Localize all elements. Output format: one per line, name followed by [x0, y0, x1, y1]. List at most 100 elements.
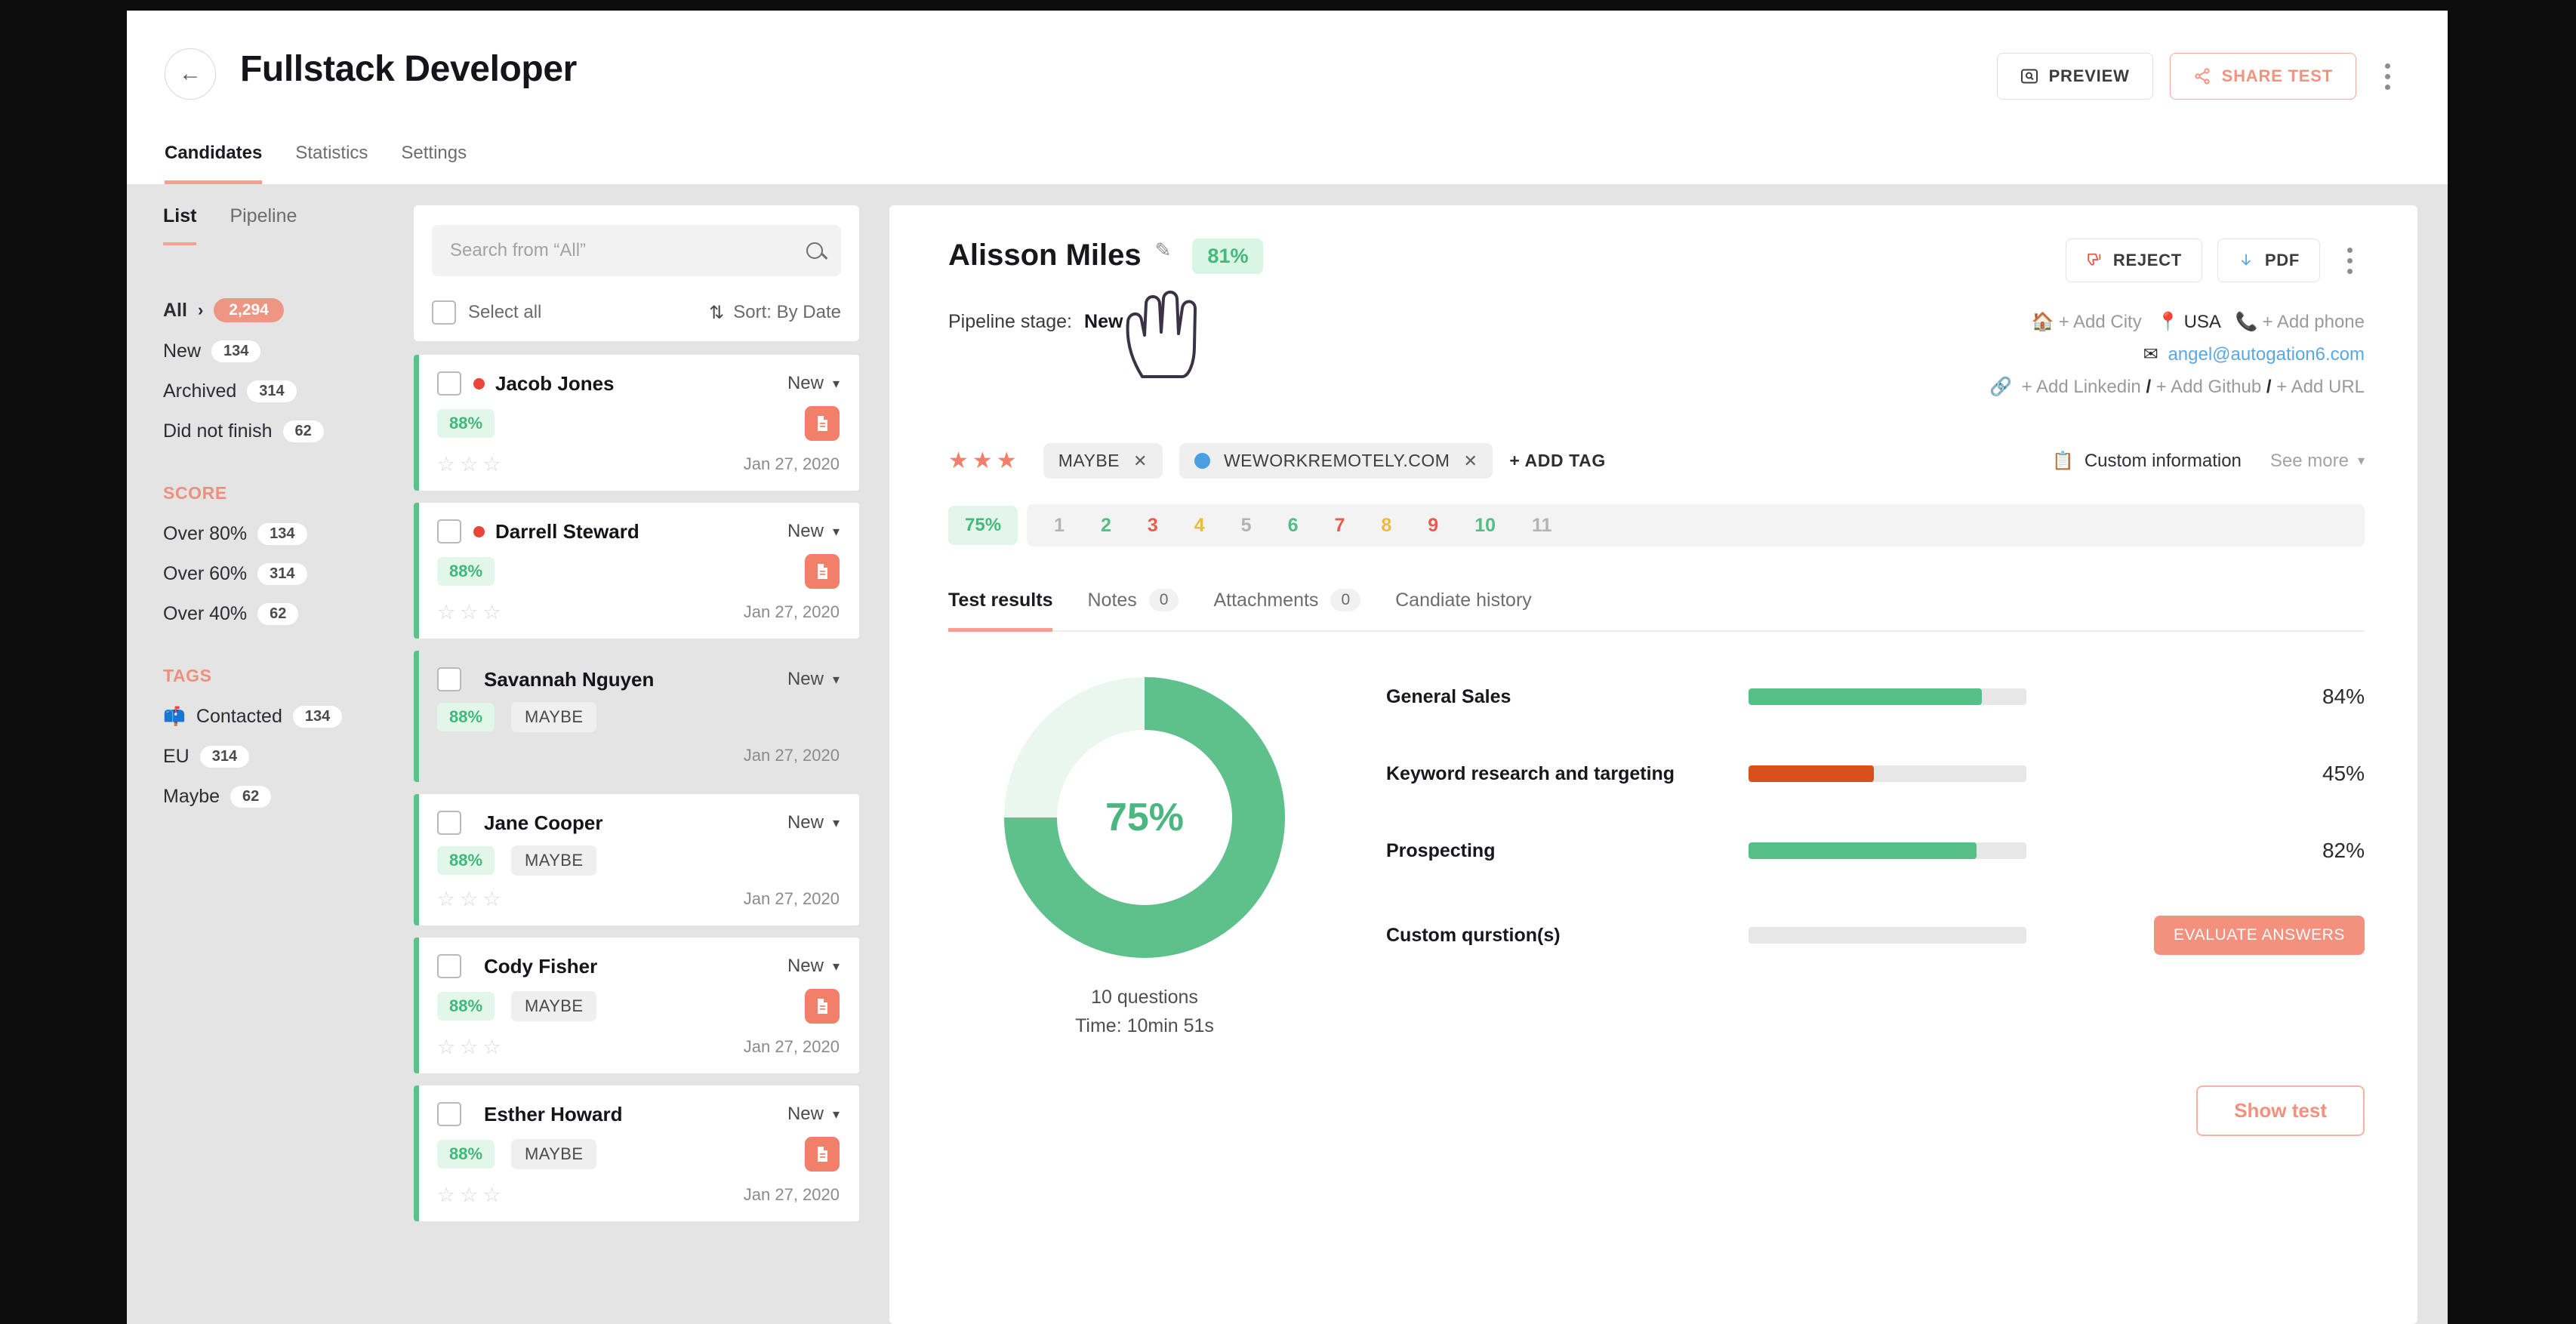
- candidate-checkbox[interactable]: [437, 519, 461, 543]
- filter-new-count: 134: [211, 340, 261, 362]
- rating-stars[interactable]: ★★★: [948, 448, 1021, 474]
- candidate-score: 88%: [437, 703, 495, 731]
- share-test-button[interactable]: SHARE TEST: [2169, 53, 2356, 100]
- chevron-down-icon: ▾: [832, 958, 840, 974]
- question-number[interactable]: 6: [1288, 515, 1299, 537]
- candidate-stage[interactable]: New ▾: [787, 373, 840, 394]
- close-icon[interactable]: ✕: [1463, 451, 1478, 471]
- question-number[interactable]: 4: [1194, 515, 1205, 537]
- candidate-card[interactable]: Jane Cooper New ▾ 88% MAYBE ☆☆☆ Jan 27, 2020: [414, 794, 859, 925]
- candidate-rating-stars[interactable]: ☆☆☆: [437, 601, 506, 624]
- candidate-checkbox[interactable]: [437, 811, 461, 835]
- document-icon[interactable]: [805, 1137, 840, 1172]
- candidate-rating-stars[interactable]: ☆☆☆: [437, 1184, 506, 1207]
- candidate-stage[interactable]: New ▾: [787, 1104, 840, 1125]
- filter-over-40-label: Over 40%: [163, 603, 248, 624]
- filter-over-60[interactable]: Over 60% 314: [163, 563, 414, 585]
- candidate-card[interactable]: Cody Fisher New ▾ 88% MAYBE ☆☆☆ Jan 27, 2020: [414, 938, 859, 1073]
- sort-icon: ⇅: [709, 302, 725, 323]
- filter-tag-contacted[interactable]: 📫 Contacted 134: [163, 706, 414, 728]
- question-number[interactable]: 11: [1532, 515, 1551, 537]
- filter-all[interactable]: All › 2,294: [163, 298, 414, 322]
- add-tag-button[interactable]: + ADD TAG: [1509, 451, 1605, 471]
- filter-tag-eu[interactable]: EU 314: [163, 746, 414, 768]
- candidate-stage[interactable]: New ▾: [787, 669, 840, 690]
- evaluate-answers-button[interactable]: EVALUATE ANSWERS: [2153, 916, 2365, 955]
- document-icon[interactable]: [805, 989, 840, 1024]
- candidate-date: Jan 27, 2020: [743, 454, 840, 473]
- add-github-link[interactable]: + Add Github: [2156, 377, 2261, 397]
- candidate-checkbox[interactable]: [437, 371, 461, 396]
- candidate-stage[interactable]: New ▾: [787, 812, 840, 833]
- filter-tag-eu-label: EU: [163, 746, 190, 767]
- edit-name-icon[interactable]: ✎: [1155, 239, 1172, 262]
- question-number[interactable]: 7: [1334, 515, 1345, 537]
- candidate-card[interactable]: Esther Howard New ▾ 88% MAYBE ☆☆☆ Jan 27, 2020: [414, 1085, 859, 1221]
- mail-icon: ✉: [2143, 344, 2158, 365]
- tab-statistics[interactable]: Statistics: [295, 143, 368, 184]
- tab-attachments[interactable]: Attachments 0: [1213, 589, 1361, 632]
- question-number[interactable]: 9: [1428, 515, 1438, 537]
- candidate-card[interactable]: Jacob Jones New ▾ 88% ☆☆☆ Jan 27, 2020: [414, 355, 859, 491]
- tab-test-results[interactable]: Test results: [948, 589, 1053, 632]
- candidate-detail-panel: Alisson Miles ✎ 81% REJECT PDF Pipeline …: [889, 205, 2417, 1324]
- tab-candidates[interactable]: Candidates: [165, 143, 263, 184]
- question-number[interactable]: 2: [1101, 515, 1111, 537]
- question-number[interactable]: 1: [1054, 515, 1065, 537]
- add-url-link[interactable]: + Add URL: [2276, 377, 2365, 397]
- show-test-button[interactable]: Show test: [2196, 1085, 2365, 1136]
- top-more-menu-button[interactable]: [2373, 56, 2402, 97]
- tab-settings[interactable]: Settings: [401, 143, 467, 184]
- candidate-checkbox[interactable]: [437, 1102, 461, 1126]
- add-phone-link[interactable]: + Add phone: [2263, 312, 2365, 332]
- document-icon[interactable]: [805, 406, 840, 441]
- candidate-checkbox[interactable]: [437, 954, 461, 978]
- pdf-button[interactable]: PDF: [2217, 239, 2320, 282]
- filter-over-40[interactable]: Over 40% 62: [163, 603, 414, 625]
- filter-did-not-finish[interactable]: Did not finish 62: [163, 420, 414, 442]
- reject-button[interactable]: REJECT: [2065, 239, 2202, 282]
- filter-new[interactable]: New 134: [163, 340, 414, 362]
- question-number[interactable]: 3: [1148, 515, 1158, 537]
- list-pipeline-tabs: List Pipeline: [163, 205, 414, 245]
- candidate-rating-stars[interactable]: ☆☆☆: [437, 453, 506, 476]
- email-link[interactable]: angel@autogation6.com: [2168, 344, 2365, 365]
- candidate-stage[interactable]: New ▾: [787, 521, 840, 542]
- tag-weworkremotely[interactable]: WEWORKREMOTELY.COM ✕: [1179, 443, 1493, 479]
- question-number[interactable]: 8: [1381, 515, 1391, 537]
- question-number[interactable]: 10: [1474, 515, 1496, 537]
- filter-over-60-label: Over 60%: [163, 563, 248, 584]
- add-city-link[interactable]: + Add City: [2059, 312, 2142, 332]
- filter-tag-maybe[interactable]: Maybe 62: [163, 786, 414, 808]
- candidate-rating-stars[interactable]: ☆☆☆: [437, 1036, 506, 1059]
- document-icon[interactable]: [805, 554, 840, 589]
- tags-row: ★★★ MAYBE ✕ WEWORKREMOTELY.COM ✕ + ADD T…: [948, 443, 2365, 479]
- back-button[interactable]: ←: [165, 48, 216, 100]
- tab-notes[interactable]: Notes 0: [1087, 589, 1179, 632]
- filter-over-80[interactable]: Over 80% 134: [163, 523, 414, 545]
- add-linkedin-link[interactable]: + Add Linkedin: [2022, 377, 2141, 397]
- preview-button[interactable]: PREVIEW: [1996, 53, 2153, 100]
- candidate-checkbox[interactable]: [437, 667, 461, 691]
- select-all-checkbox[interactable]: [432, 300, 456, 325]
- search-icon[interactable]: [806, 242, 823, 259]
- see-more-button[interactable]: See more ▾: [2270, 451, 2365, 472]
- search-input[interactable]: [450, 240, 806, 261]
- pipeline-stage-value: New: [1084, 311, 1123, 332]
- candidate-stage[interactable]: New ▾: [787, 956, 840, 977]
- detail-more-menu-button[interactable]: [2335, 240, 2365, 282]
- subtab-list[interactable]: List: [163, 205, 197, 245]
- pipeline-stage-control[interactable]: Pipeline stage: New ▾: [948, 311, 1142, 333]
- subtab-pipeline[interactable]: Pipeline: [230, 205, 297, 245]
- tag-maybe[interactable]: MAYBE ✕: [1043, 443, 1163, 479]
- question-number[interactable]: 5: [1241, 515, 1252, 537]
- filter-archived[interactable]: Archived 314: [163, 380, 414, 402]
- candidate-card[interactable]: Darrell Steward New ▾ 88% ☆☆☆ Jan 27, 2020: [414, 503, 859, 639]
- candidate-rating-stars[interactable]: ☆☆☆: [437, 888, 506, 911]
- search-box[interactable]: [432, 225, 841, 276]
- close-icon[interactable]: ✕: [1133, 451, 1148, 471]
- sort-control[interactable]: ⇅ Sort: By Date: [709, 302, 841, 324]
- candidate-card[interactable]: Savannah Nguyen New ▾ 88% MAYBE Jan 27, 2020: [414, 651, 859, 782]
- custom-information[interactable]: 📋 Custom information: [2052, 451, 2242, 472]
- tab-candidate-history[interactable]: Candiate history: [1395, 589, 1532, 632]
